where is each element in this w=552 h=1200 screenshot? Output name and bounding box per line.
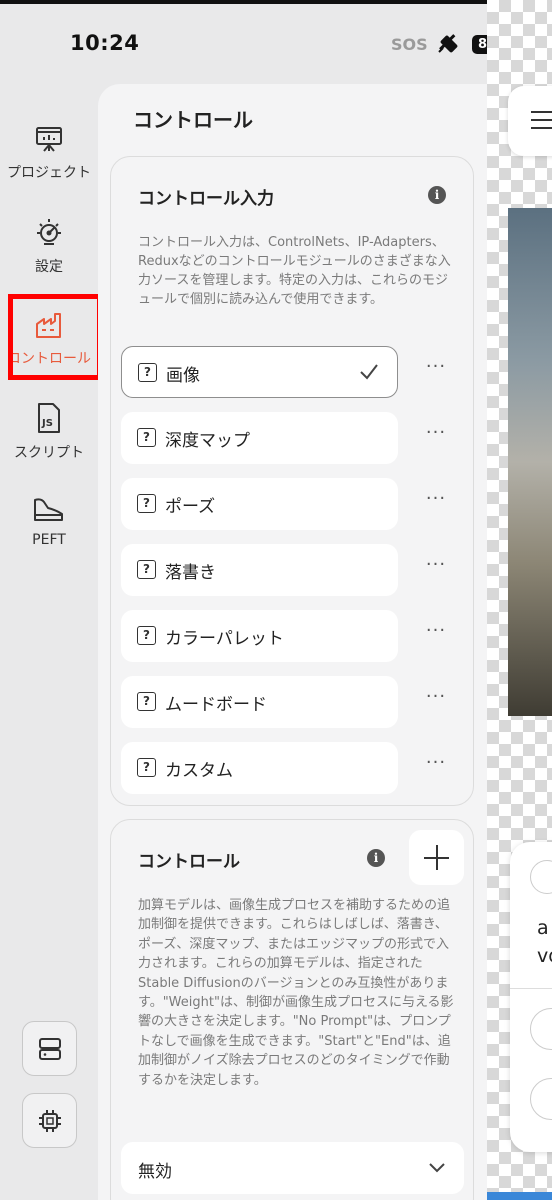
sidebar-item-label: プロジェクト <box>7 165 91 181</box>
more-options-button[interactable]: ··· <box>411 544 461 596</box>
satellite-icon <box>438 34 458 53</box>
sidebar-item-settings[interactable]: 設定 <box>0 216 98 276</box>
round-button[interactable] <box>530 1008 552 1050</box>
divider <box>510 988 552 989</box>
bottom-accent-bar <box>487 1192 552 1200</box>
input-item-pose[interactable]: ? ポーズ <box>121 478 398 530</box>
input-item-color-palette[interactable]: ? カラーパレット <box>121 610 398 662</box>
sidebar-item-script[interactable]: JS スクリプト <box>0 402 98 462</box>
input-item-label: カラーパレット <box>165 629 284 649</box>
sneaker-icon <box>34 498 63 521</box>
question-icon: ? <box>137 560 156 579</box>
control-input-description: コントロール入力は、ControlNets、IP-Adapters、Reduxな… <box>138 235 451 307</box>
add-control-button[interactable] <box>409 830 464 885</box>
more-options-button[interactable]: ··· <box>411 742 461 794</box>
question-icon: ? <box>137 692 156 711</box>
cpu-button[interactable] <box>22 1093 77 1148</box>
question-icon: ? <box>138 363 157 382</box>
prompt-line: a <box>537 917 549 939</box>
input-item-depth-map[interactable]: ? 深度マップ <box>121 412 398 464</box>
more-options-button[interactable]: ··· <box>411 676 461 728</box>
control-input-card: コントロール入力 i コントロール入力は、ControlNets、IP-Adap… <box>110 156 474 806</box>
sidebar-item-label: PEFT <box>32 532 66 548</box>
more-options-button[interactable]: ··· <box>411 412 461 464</box>
prompt-panel: a vo <box>510 842 552 1152</box>
list-icon[interactable] <box>530 860 552 894</box>
more-options-button[interactable]: ··· <box>411 478 461 530</box>
input-item-label: ムードボード <box>165 695 267 715</box>
question-icon: ? <box>137 758 156 777</box>
server-icon <box>39 1038 61 1060</box>
input-item-label: 画像 <box>166 366 200 386</box>
question-icon: ? <box>137 428 156 447</box>
canvas-image[interactable] <box>508 208 552 716</box>
cpu-chip-icon <box>39 1110 61 1132</box>
sidebar-item-label: 設定 <box>35 259 63 275</box>
presentation-board-icon <box>36 127 62 152</box>
checkmark-icon <box>360 364 378 380</box>
sidebar-item-label: スクリプト <box>14 445 84 461</box>
highlight-box <box>8 294 102 380</box>
control-description: 加算モデルは、画像生成プロセスを補助するための追加制御を提供できます。これらはし… <box>138 898 454 1088</box>
control-model-select[interactable]: 無効 <box>121 1142 464 1194</box>
input-item-scribble[interactable]: ? 落書き <box>121 544 398 596</box>
question-icon: ? <box>137 494 156 513</box>
select-value: 無効 <box>138 1162 172 1182</box>
top-edge <box>0 0 490 4</box>
input-item-moodboard[interactable]: ? ムードボード <box>121 676 398 728</box>
input-item-image[interactable]: ? 画像 <box>121 346 398 398</box>
canvas-area[interactable]: a vo <box>487 0 552 1200</box>
question-icon: ? <box>137 626 156 645</box>
input-item-label: ポーズ <box>165 497 216 517</box>
status-time: 10:24 <box>70 31 140 55</box>
input-item-label: 深度マップ <box>165 431 250 451</box>
prompt-text[interactable]: a vo <box>537 914 552 970</box>
round-button[interactable] <box>530 1078 552 1120</box>
chevron-down-icon <box>429 1163 445 1173</box>
info-icon[interactable]: i <box>428 186 446 204</box>
info-icon[interactable]: i <box>367 849 385 867</box>
control-panel: コントロール コントロール入力 i コントロール入力は、ControlNets、… <box>98 84 487 1200</box>
prompt-line: vo <box>537 945 552 967</box>
input-item-custom[interactable]: ? カスタム <box>121 742 398 794</box>
control-input-title: コントロール入力 <box>138 189 274 209</box>
sos-indicator: SOS <box>391 35 428 54</box>
menu-button[interactable] <box>508 86 552 156</box>
more-options-button[interactable]: ··· <box>411 610 461 662</box>
more-options-button[interactable]: ··· <box>411 346 461 398</box>
panel-title: コントロール <box>133 108 253 132</box>
svg-text:JS: JS <box>41 418 53 429</box>
input-item-label: 落書き <box>165 563 216 583</box>
sidebar-item-project[interactable]: プロジェクト <box>0 124 98 182</box>
server-button[interactable] <box>22 1021 77 1076</box>
settings-sun-icon <box>37 219 61 245</box>
input-item-label: カスタム <box>165 761 233 781</box>
control-card: コントロール i 加算モデルは、画像生成プロセスを補助するための追加制御を提供で… <box>110 819 474 1200</box>
sidebar-item-peft[interactable]: PEFT <box>0 494 98 548</box>
control-title: コントロール <box>138 852 240 872</box>
js-file-icon: JS <box>38 403 60 433</box>
